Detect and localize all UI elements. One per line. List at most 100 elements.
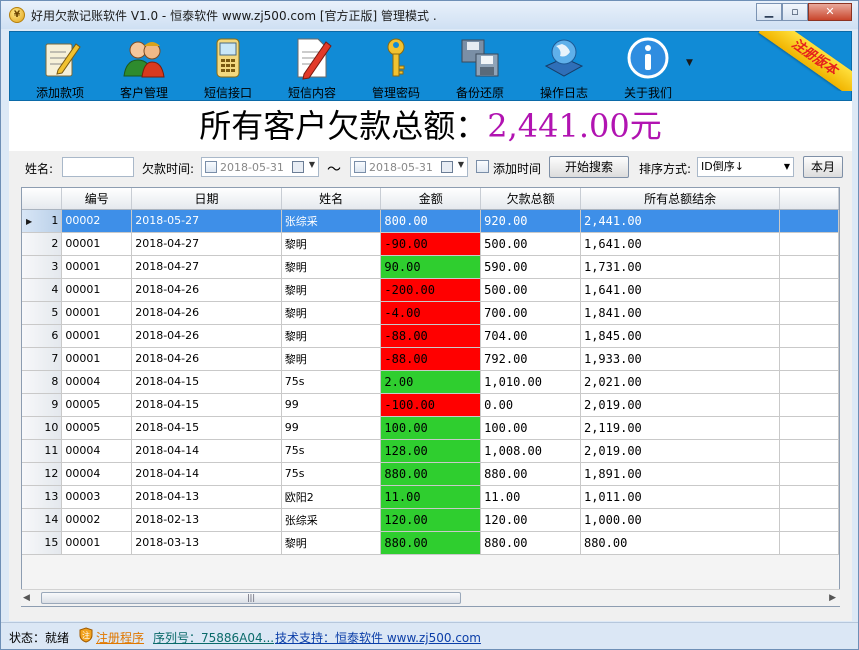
table-row[interactable]: 14 00002 2018-02-13 张综采 120.00 120.00 1,000.00 xyxy=(22,508,839,532)
name-cell[interactable]: 张综采 xyxy=(281,508,382,532)
id-cell[interactable]: 00001 xyxy=(61,255,133,279)
amount-cell[interactable]: 800.00 xyxy=(380,209,482,233)
add-time-checkbox[interactable] xyxy=(476,160,489,173)
balance-cell[interactable]: 880.00 xyxy=(580,531,781,555)
name-cell[interactable]: 欧阳2 xyxy=(281,485,382,509)
serial-number-link[interactable]: 序列号：75886A04... xyxy=(153,629,274,646)
debt-total-cell[interactable]: 880.00 xyxy=(480,531,581,555)
date-cell[interactable]: 2018-02-13 xyxy=(131,508,282,532)
table-row[interactable]: 11 00004 2018-04-14 75s 128.00 1,008.00 2,019.… xyxy=(22,439,839,463)
id-cell[interactable]: 00002 xyxy=(61,508,133,532)
debt-total-cell[interactable]: 704.00 xyxy=(480,324,581,348)
balance-cell[interactable]: 1,000.00 xyxy=(580,508,781,532)
debt-total-cell[interactable]: 590.00 xyxy=(480,255,581,279)
balance-cell[interactable]: 1,731.00 xyxy=(580,255,781,279)
id-cell[interactable]: 00003 xyxy=(61,485,133,509)
filler-cell[interactable] xyxy=(779,531,839,555)
date-cell[interactable]: 2018-04-26 xyxy=(131,278,282,302)
amount-cell[interactable]: 128.00 xyxy=(380,439,482,463)
debt-total-cell[interactable]: 700.00 xyxy=(480,301,581,325)
row-number-cell[interactable]: 14 xyxy=(22,508,63,532)
id-cell[interactable]: 00001 xyxy=(61,301,133,325)
filler-cell[interactable] xyxy=(779,508,839,532)
row-number-cell[interactable]: 13 xyxy=(22,485,63,509)
date-to-picker[interactable]: 2018-05-31 ▼ xyxy=(350,157,468,177)
date-cell[interactable]: 2018-04-14 xyxy=(131,439,282,463)
id-cell[interactable]: 00004 xyxy=(61,439,133,463)
id-cell[interactable]: 00001 xyxy=(61,324,133,348)
id-cell[interactable]: 00001 xyxy=(61,531,133,555)
maximize-button[interactable]: ▫ xyxy=(782,3,808,21)
column-header-date[interactable]: 日期 xyxy=(131,188,282,210)
date-cell[interactable]: 2018-04-26 xyxy=(131,324,282,348)
row-number-cell[interactable]: 9 xyxy=(22,393,63,417)
name-cell[interactable]: 黎明 xyxy=(281,347,382,371)
name-cell[interactable]: 75s xyxy=(281,462,382,486)
debt-total-cell[interactable]: 120.00 xyxy=(480,508,581,532)
date-cell[interactable]: 2018-04-15 xyxy=(131,370,282,394)
debt-total-cell[interactable]: 792.00 xyxy=(480,347,581,371)
row-number-cell[interactable]: 8 xyxy=(22,370,63,394)
minimize-button[interactable]: ▁ xyxy=(756,3,782,21)
date-from-checkbox[interactable] xyxy=(205,161,217,173)
table-row[interactable]: 13 00003 2018-04-13 欧阳2 11.00 11.00 1,011.00 xyxy=(22,485,839,509)
scroll-right-icon[interactable]: ▶ xyxy=(829,593,836,603)
id-cell[interactable]: 00004 xyxy=(61,462,133,486)
row-number-cell[interactable]: 3 xyxy=(22,255,63,279)
filler-cell[interactable] xyxy=(779,301,839,325)
filler-cell[interactable] xyxy=(779,439,839,463)
amount-cell[interactable]: 880.00 xyxy=(380,462,482,486)
amount-cell[interactable]: -88.00 xyxy=(380,324,482,348)
filler-cell[interactable] xyxy=(779,255,839,279)
table-row[interactable]: 8 00004 2018-04-15 75s 2.00 1,010.00 2,021.00 xyxy=(22,370,839,394)
table-row[interactable]: 10 00005 2018-04-15 99 100.00 100.00 2,119.00 xyxy=(22,416,839,440)
date-cell[interactable]: 2018-04-14 xyxy=(131,462,282,486)
balance-cell[interactable]: 1,891.00 xyxy=(580,462,781,486)
debt-total-cell[interactable]: 500.00 xyxy=(480,278,581,302)
date-cell[interactable]: 2018-04-15 xyxy=(131,416,282,440)
date-cell[interactable]: 2018-04-26 xyxy=(131,347,282,371)
filler-cell[interactable] xyxy=(779,485,839,509)
id-cell[interactable]: 00001 xyxy=(61,232,133,256)
column-header-name[interactable]: 姓名 xyxy=(281,188,382,210)
column-header-balance[interactable]: 所有总额结余 xyxy=(580,188,781,210)
search-button[interactable]: 开始搜索 xyxy=(549,156,629,178)
close-button[interactable]: ✕ xyxy=(808,3,852,21)
toolbar-overflow-icon[interactable]: ▼ xyxy=(686,58,693,68)
balance-cell[interactable]: 2,019.00 xyxy=(580,439,781,463)
balance-cell[interactable]: 1,011.00 xyxy=(580,485,781,509)
row-number-cell[interactable]: 2 xyxy=(22,232,63,256)
title-bar[interactable]: ¥ 好用欠款记账软件 V1.0 - 恒泰软件 www.zj500.com [官方… xyxy=(1,1,858,29)
table-row[interactable]: 4 00001 2018-04-26 黎明 -200.00 500.00 1,641.00 xyxy=(22,278,839,302)
date-cell[interactable]: 2018-04-15 xyxy=(131,393,282,417)
toolbar-log-button[interactable]: 操作日志 xyxy=(524,34,604,100)
filler-cell[interactable] xyxy=(779,393,839,417)
name-input[interactable] xyxy=(62,157,134,177)
balance-cell[interactable]: 1,933.00 xyxy=(580,347,781,371)
amount-cell[interactable]: -88.00 xyxy=(380,347,482,371)
table-row[interactable]: ▶ 1 00002 2018-05-27 张综采 800.00 920.00 2,441.00 xyxy=(22,209,839,233)
name-cell[interactable]: 黎明 xyxy=(281,278,382,302)
debt-total-cell[interactable]: 500.00 xyxy=(480,232,581,256)
amount-cell[interactable]: 120.00 xyxy=(380,508,482,532)
toolbar-sms-content-button[interactable]: 短信内容 xyxy=(272,34,352,100)
amount-cell[interactable]: 90.00 xyxy=(380,255,482,279)
filler-cell[interactable] xyxy=(779,347,839,371)
debt-total-cell[interactable]: 0.00 xyxy=(480,393,581,417)
name-cell[interactable]: 75s xyxy=(281,370,382,394)
id-cell[interactable]: 00005 xyxy=(61,393,133,417)
amount-cell[interactable]: 11.00 xyxy=(380,485,482,509)
balance-cell[interactable]: 2,019.00 xyxy=(580,393,781,417)
filler-cell[interactable] xyxy=(779,209,839,233)
debt-total-cell[interactable]: 11.00 xyxy=(480,485,581,509)
name-cell[interactable]: 黎明 xyxy=(281,531,382,555)
name-cell[interactable]: 黎明 xyxy=(281,324,382,348)
filler-cell[interactable] xyxy=(779,416,839,440)
amount-cell[interactable]: 2.00 xyxy=(380,370,482,394)
table-row[interactable]: 5 00001 2018-04-26 黎明 -4.00 700.00 1,841.00 xyxy=(22,301,839,325)
date-from-picker[interactable]: 2018-05-31 ▼ xyxy=(201,157,319,177)
toolbar-password-button[interactable]: 管理密码 xyxy=(356,34,436,100)
horizontal-scrollbar[interactable]: ◀ ||| ▶ xyxy=(21,589,840,606)
name-cell[interactable]: 黎明 xyxy=(281,232,382,256)
row-number-cell[interactable]: 4 xyxy=(22,278,63,302)
